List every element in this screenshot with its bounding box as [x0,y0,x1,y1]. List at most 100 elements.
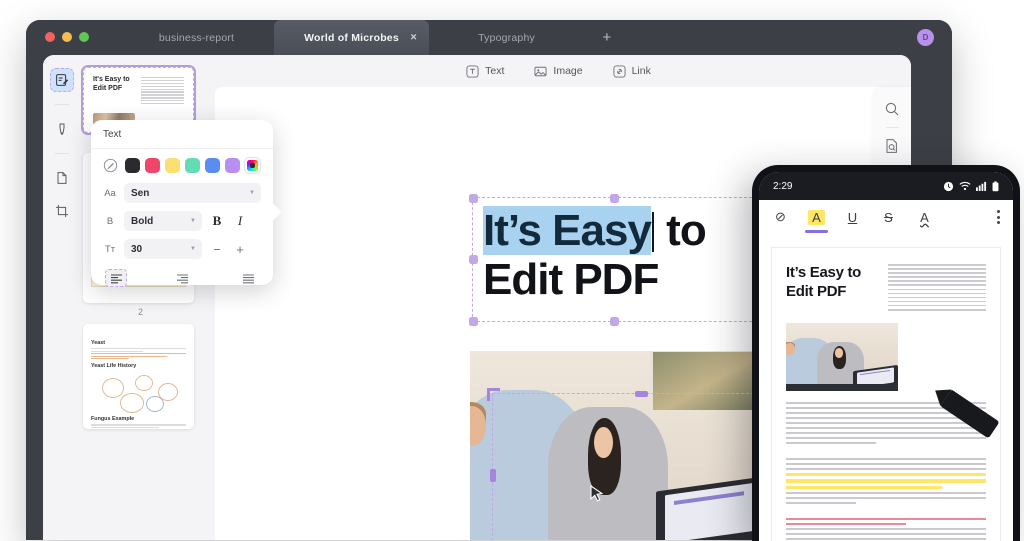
resize-handle-top-center[interactable] [635,391,648,397]
resize-handle-middle-left[interactable] [469,255,478,264]
eyedropper-icon[interactable] [103,158,118,173]
color-swatch-black[interactable] [125,158,140,173]
divider [886,127,899,128]
divider [55,104,69,105]
signal-icon [976,181,987,191]
canvas-toolbar[interactable]: Text Image Link [206,55,911,87]
resize-handle-middle-left[interactable] [490,469,496,482]
minimize-window-button[interactable] [62,32,72,42]
phone-status-bar: 2:29 [759,172,1013,200]
pen-strike-icon[interactable]: ⊘ [772,209,789,225]
increase-size-button[interactable]: + [232,242,248,257]
left-toolbar[interactable] [43,55,81,540]
edit-text-icon[interactable] [50,68,74,92]
resize-handle-top-center[interactable] [610,194,619,203]
thumbnail-header [91,331,186,336]
phone-doc-image [786,323,898,391]
phone-mockup: 2:29 ⊘ A U S A It’s Easy to Edit PDF [752,165,1020,541]
chevron-down-icon: ▼ [249,190,255,196]
toolbar-label: Link [632,65,651,77]
phone-annotation-toolbar[interactable]: ⊘ A U S A [759,200,1013,234]
size-label: Tт [103,244,117,255]
text-format-panel[interactable]: Text Aa Sen ▼ B Bold [91,120,273,285]
window-titlebar: business-report World of Microbes × Typo… [26,20,952,55]
color-swatch-yellow[interactable] [165,158,180,173]
highlight-icon[interactable]: A [808,210,825,225]
mouse-pointer [590,485,603,504]
thumbnail-section-title-3: Fungus Example [91,416,186,422]
font-size-row[interactable]: Tт 30 ▼ − + [103,239,261,259]
selected-text: It’s Easy [483,206,651,255]
add-image-button[interactable]: Image [534,65,582,78]
color-swatch-blue[interactable] [205,158,220,173]
font-weight-select[interactable]: Bold ▼ [124,211,202,231]
custom-color-picker[interactable] [245,158,260,173]
color-swatch-purple[interactable] [225,158,240,173]
screenshot-root: business-report World of Microbes × Typo… [0,0,1024,541]
page-icon[interactable] [50,166,74,190]
image-icon [534,65,547,78]
resize-handle-bottom-center[interactable] [610,317,619,326]
strikethrough-icon[interactable]: S [880,210,897,225]
phone-doc-heading: It’s Easy to Edit PDF [786,264,878,313]
chevron-down-icon: ▼ [190,218,196,224]
heading-text[interactable]: It’s Easy to Edit PDF [483,206,750,305]
tab-world-of-microbes[interactable]: World of Microbes × [274,20,429,55]
tab-typography[interactable]: Typography [429,20,584,55]
squiggly-underline-icon[interactable]: A [916,210,933,225]
thumbnail-page-number: 2 [83,307,198,317]
bold-button[interactable]: B [209,213,225,229]
phone-document[interactable]: It’s Easy to Edit PDF [772,248,1000,541]
chevron-down-icon: ▼ [190,246,196,252]
font-family-row[interactable]: Aa Sen ▼ [103,183,261,203]
italic-button[interactable]: I [232,213,248,229]
close-tab-icon[interactable]: × [410,32,417,43]
color-swatch-green[interactable] [185,158,200,173]
font-size-select[interactable]: 30 ▼ [124,239,202,259]
color-swatch-red[interactable] [145,158,160,173]
decrease-size-button[interactable]: − [209,242,225,257]
avatar-initial: D [923,33,929,42]
weight-value: Bold [131,216,153,227]
wifi-icon [959,181,971,191]
document-scan-icon[interactable] [884,138,900,154]
font-label: Aa [103,188,117,199]
divider [91,148,273,149]
size-value: 30 [131,244,142,255]
text-alignment-row[interactable] [103,267,261,287]
font-family-select[interactable]: Sen ▼ [124,183,261,203]
heading-text-box[interactable]: It’s Easy to Edit PDF [472,197,757,322]
crop-icon[interactable] [50,199,74,223]
thumbnail-lifecycle-diagram [91,372,186,412]
font-weight-row[interactable]: B Bold ▼ B I [103,211,261,231]
weight-label: B [103,216,117,227]
avatar[interactable]: D [917,29,934,46]
add-link-button[interactable]: Link [613,65,651,78]
align-left-button[interactable] [105,269,127,287]
phone-doc-paragraph-3 [786,518,986,541]
color-swatch-row[interactable] [103,158,261,173]
kebab-menu-icon[interactable] [997,210,1000,224]
search-icon[interactable] [884,101,900,117]
resize-handle-bottom-left[interactable] [469,317,478,326]
zoom-window-button[interactable] [79,32,89,42]
highlighter-icon[interactable] [50,117,74,141]
status-time: 2:29 [773,181,792,192]
phone-doc-paragraph-2 [786,458,986,504]
battery-icon [992,181,999,192]
thumbnail-page-3[interactable]: Yeast Yeast Life History Fungus Example [83,324,194,429]
align-right-button[interactable] [171,269,193,287]
plus-icon: + [603,29,612,46]
image-selection-box[interactable] [492,393,789,540]
resize-handle-top-left[interactable] [469,194,478,203]
resize-handle-top-left[interactable] [487,388,500,401]
tab-business-report[interactable]: business-report [119,20,274,55]
toolbar-label: Text [485,65,504,77]
tab-bar[interactable]: business-report World of Microbes × Typo… [119,20,630,55]
align-justify-button[interactable] [237,269,259,287]
underline-icon[interactable]: U [844,210,861,225]
add-text-button[interactable]: Text [466,65,504,78]
window-controls[interactable] [45,32,89,42]
close-window-button[interactable] [45,32,55,42]
new-tab-button[interactable]: + [584,20,630,55]
